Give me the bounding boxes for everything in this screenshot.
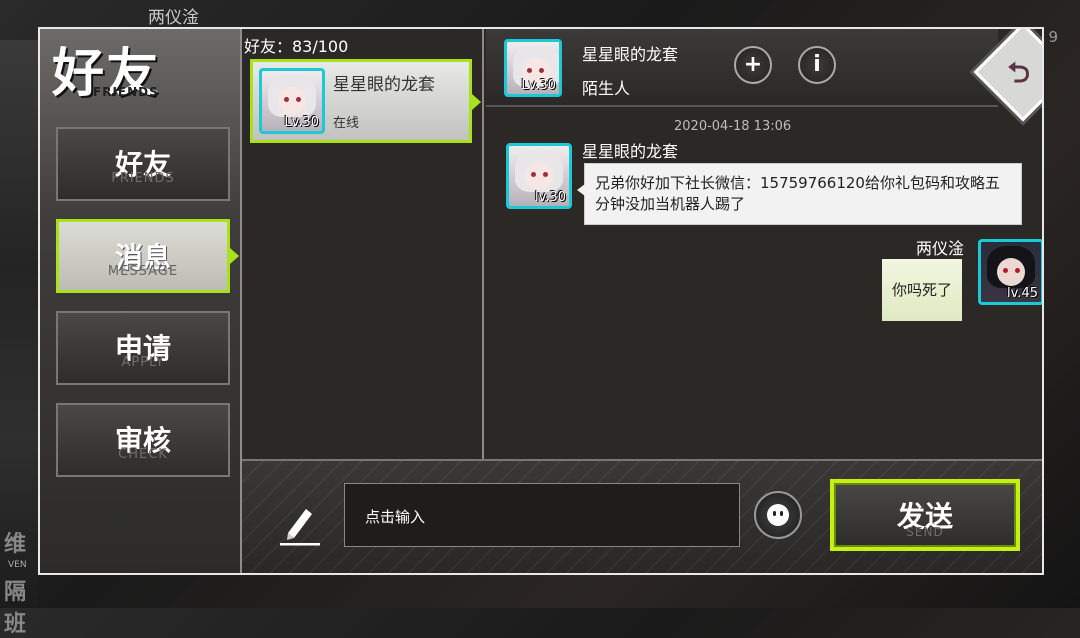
back-button[interactable]: ⮌ xyxy=(968,29,1042,123)
input-bar: 点击输入 发送 SEND xyxy=(242,459,1042,573)
info-icon: i xyxy=(813,52,821,77)
tab-friends[interactable]: 好友 FRIENDS xyxy=(56,127,230,201)
message-sender: 星星眼的龙套 xyxy=(582,142,679,161)
chat-partner-relation: 陌生人 xyxy=(582,79,631,98)
avatar[interactable]: Lv.30 xyxy=(504,39,562,97)
active-indicator-arrow xyxy=(230,248,239,264)
background-number: 9 xyxy=(1048,28,1058,46)
level-badge: lv.30 xyxy=(535,190,566,205)
back-arrow-icon: ⮌ xyxy=(1007,56,1030,90)
chat-header: Lv.30 星星眼的龙套 陌生人 + i xyxy=(486,29,998,107)
friends-panel: 好友 FRIENDS 好友 FRIENDS 消息 MESSAGE 申请 APPL… xyxy=(38,27,1044,575)
friend-count: 好友：83/100 xyxy=(244,37,349,56)
friend-list-item[interactable]: Lv.30 星星眼的龙套 在线 xyxy=(250,59,481,143)
tab-sublabel: CHECK xyxy=(118,447,168,462)
tab-message[interactable]: 消息 MESSAGE xyxy=(56,219,239,293)
tab-check[interactable]: 审核 CHECK xyxy=(56,403,230,477)
message-text: 你吗死了 xyxy=(891,281,952,299)
background-mini-text: VEN xyxy=(8,560,27,570)
info-button[interactable]: i xyxy=(798,46,836,84)
tab-apply[interactable]: 申请 APPLY xyxy=(56,311,230,385)
plus-icon: + xyxy=(743,52,763,77)
emoji-button[interactable] xyxy=(754,491,802,539)
chat-partner-name: 星星眼的龙套 xyxy=(582,45,679,64)
tab-sublabel: APPLY xyxy=(121,355,165,370)
friend-name: 星星眼的龙套 xyxy=(333,75,435,95)
send-sublabel: SEND xyxy=(906,525,944,539)
level-badge: Lv.30 xyxy=(521,78,556,93)
level-badge: lv.45 xyxy=(1007,286,1038,301)
add-friend-button[interactable]: + xyxy=(734,46,772,84)
message-text: 兄弟你好加下社长微信：15759766120给你礼包码和攻略五分钟没加当机器人踢… xyxy=(595,174,1000,213)
level-badge: Lv.30 xyxy=(284,115,319,130)
background-text: 维 xyxy=(4,532,27,557)
message-sender-self: 两仪淦 xyxy=(915,239,964,258)
friend-status: 在线 xyxy=(333,116,360,131)
pencil-icon[interactable] xyxy=(276,499,324,547)
message-bubble-outgoing: 你吗死了 xyxy=(882,259,962,321)
emoji-icon xyxy=(767,504,789,526)
background-text: 隔班 xyxy=(4,580,27,637)
friend-list: 好友：83/100 Lv.30 星星眼的龙套 在线 xyxy=(242,29,482,459)
tab-sublabel: MESSAGE xyxy=(107,264,179,279)
tab-sublabel: FRIENDS xyxy=(111,171,175,186)
column-divider xyxy=(482,29,484,459)
selected-indicator-arrow xyxy=(472,94,481,110)
message-input[interactable]: 点击输入 xyxy=(344,483,740,547)
avatar-self[interactable]: lv.45 xyxy=(978,239,1042,305)
send-button[interactable]: 发送 SEND xyxy=(830,479,1020,551)
sidebar: 好友 FRIENDS 好友 FRIENDS 消息 MESSAGE 申请 APPL… xyxy=(40,29,242,573)
background-strip: 维 VEN 隔班 xyxy=(0,40,38,637)
message-timestamp: 2020-04-18 13:06 xyxy=(674,119,792,134)
avatar: Lv.30 xyxy=(259,68,325,134)
page-title-en: FRIENDS xyxy=(93,85,159,99)
input-placeholder: 点击输入 xyxy=(365,508,426,526)
avatar[interactable]: lv.30 xyxy=(506,143,572,209)
message-bubble-incoming: 兄弟你好加下社长微信：15759766120给你礼包码和攻略五分钟没加当机器人踢… xyxy=(577,163,1022,225)
background-player-name: 两仪淦 xyxy=(148,8,199,28)
